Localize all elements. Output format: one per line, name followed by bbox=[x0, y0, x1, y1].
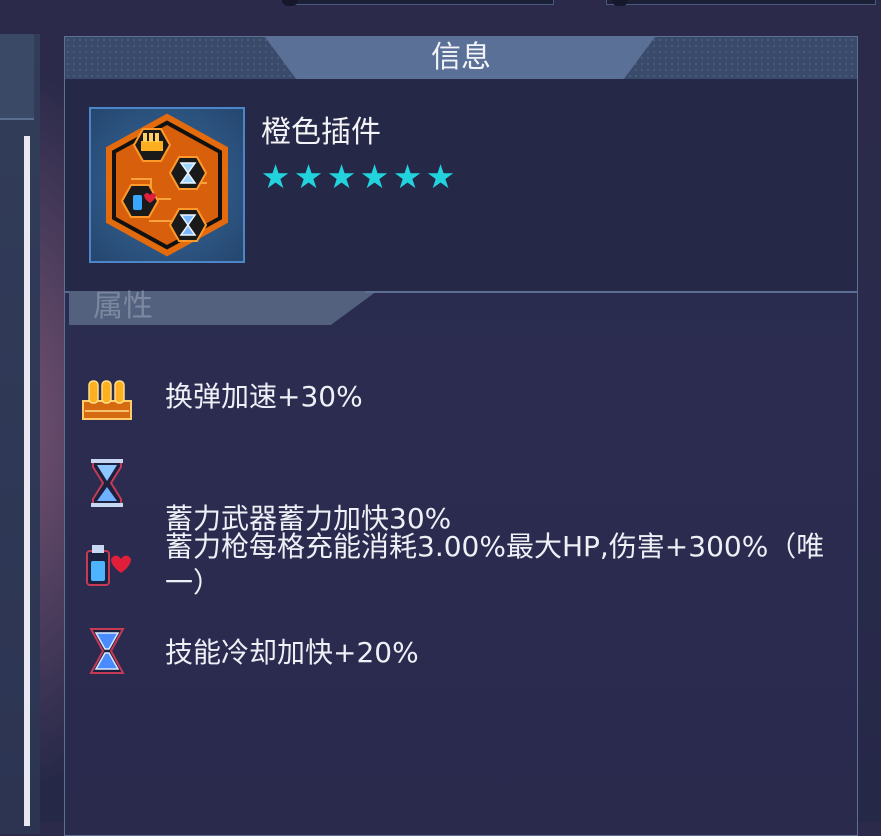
attributes-divider bbox=[365, 291, 855, 293]
attribute-text: 技能冷却加快+20% bbox=[165, 636, 419, 669]
info-panel: 信息 橙色插件 ★ ★ ★ ★ ★ ★ 属性 换弹加速+30% 蓄力武器蓄力加快… bbox=[64, 36, 858, 836]
star-icon: ★ bbox=[260, 157, 291, 196]
item-summary: 橙色插件 ★ ★ ★ ★ ★ ★ bbox=[65, 79, 857, 293]
attribute-text: 蓄力枪每格充能消耗3.00%最大HP,伤害+300%（唯一） bbox=[165, 530, 825, 599]
panel-title: 信息 bbox=[431, 40, 491, 75]
orange-hexagon-plugin-icon bbox=[106, 113, 228, 257]
item-name: 橙色插件 bbox=[261, 115, 381, 150]
star-rating: ★ ★ ★ ★ ★ ★ bbox=[259, 157, 457, 196]
star-icon: ★ bbox=[293, 157, 324, 196]
star-icon: ★ bbox=[425, 157, 456, 196]
star-icon: ★ bbox=[392, 157, 423, 196]
panel-header: 信息 bbox=[65, 37, 857, 79]
hourglass-blue-icon bbox=[81, 625, 133, 677]
star-icon: ★ bbox=[359, 157, 390, 196]
hourglass-icon bbox=[81, 457, 133, 509]
attribute-text: 换弹加速+30% bbox=[165, 380, 363, 413]
top-slot-fragment-right bbox=[606, 0, 876, 5]
attributes-label: 属性 bbox=[93, 289, 153, 324]
plugin-item-icon[interactable] bbox=[89, 107, 245, 263]
left-side-panel bbox=[0, 34, 40, 834]
left-panel-header bbox=[0, 34, 34, 120]
ammo-clip-icon bbox=[81, 373, 133, 425]
top-knob-right bbox=[612, 0, 628, 6]
top-knob-left bbox=[282, 0, 298, 6]
star-icon: ★ bbox=[326, 157, 357, 196]
top-slot-fragment-left bbox=[290, 0, 554, 5]
potion-heart-icon bbox=[81, 537, 133, 589]
scrollbar[interactable] bbox=[24, 136, 30, 826]
